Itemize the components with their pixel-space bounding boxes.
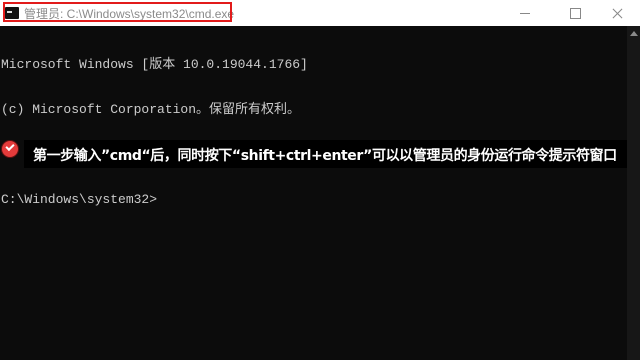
maximize-button[interactable] xyxy=(552,0,598,26)
title-bar[interactable]: 管理员: C:\Windows\system32\cmd.exe xyxy=(0,0,640,26)
red-check-icon xyxy=(2,141,18,157)
console-line: Microsoft Windows [版本 10.0.19044.1766] xyxy=(1,57,308,72)
title-highlight-box xyxy=(3,2,232,22)
close-button[interactable] xyxy=(594,0,640,26)
console-output[interactable]: Microsoft Windows [版本 10.0.19044.1766] (… xyxy=(1,27,308,237)
vertical-scrollbar[interactable] xyxy=(627,26,640,360)
console-line: (c) Microsoft Corporation。保留所有权利。 xyxy=(1,102,301,117)
annotation-text: 第一步输入”cmd“后，同时按下“shift+ctrl+enter”可以以管理员… xyxy=(33,148,617,164)
console-prompt: C:\Windows\system32> xyxy=(1,192,158,207)
scroll-up-icon[interactable] xyxy=(630,31,638,36)
cmd-window: 管理员: C:\Windows\system32\cmd.exe Microso… xyxy=(0,0,640,360)
scroll-thumb[interactable] xyxy=(629,46,638,346)
minimize-button[interactable] xyxy=(502,0,548,26)
